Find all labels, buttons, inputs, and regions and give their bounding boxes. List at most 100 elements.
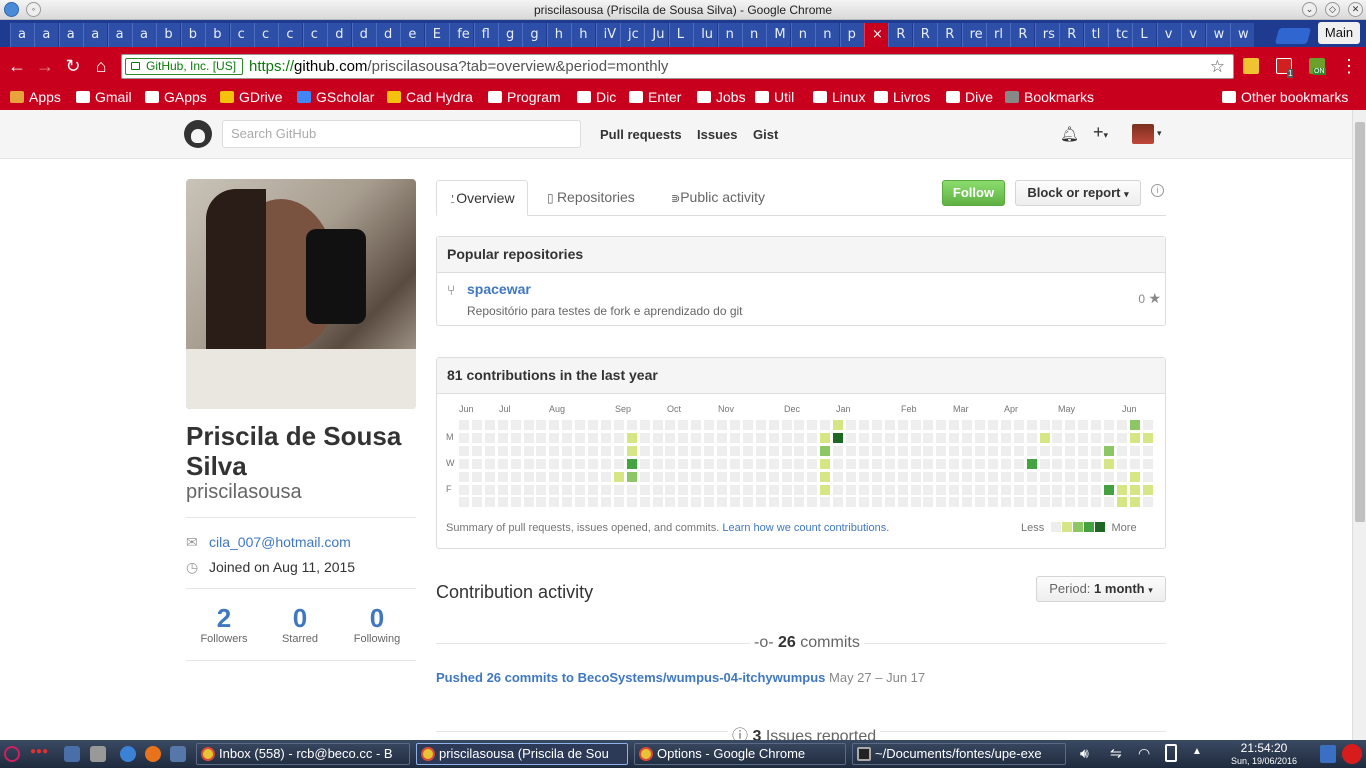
contribution-day[interactable] [820, 471, 831, 482]
contribution-day[interactable] [459, 497, 469, 508]
contribution-day[interactable] [459, 420, 469, 430]
contribution-day[interactable] [678, 445, 689, 456]
contribution-day[interactable] [1142, 420, 1153, 430]
contribution-day[interactable] [562, 432, 573, 443]
contribution-day[interactable] [471, 432, 482, 443]
block-or-report-button[interactable]: Block or report ▾ [1015, 180, 1141, 206]
contribution-day[interactable] [742, 420, 753, 430]
contribution-day[interactable] [484, 497, 495, 508]
contribution-day[interactable] [755, 471, 766, 482]
tray-expand-icon[interactable]: ▲ [1192, 746, 1202, 757]
contribution-day[interactable] [1065, 484, 1076, 495]
contribution-day[interactable] [484, 445, 495, 456]
clock[interactable]: 21:54:20 Sun, 19/06/2016 [1222, 742, 1306, 767]
contribution-day[interactable] [717, 432, 727, 443]
follow-button[interactable]: Follow [942, 180, 1005, 206]
other-bookmarks[interactable]: Other bookmarks [1222, 87, 1348, 107]
contribution-day[interactable] [1104, 497, 1114, 508]
bookmark-linux[interactable]: Linux [813, 87, 865, 107]
contribution-day[interactable] [691, 445, 702, 456]
volume-icon[interactable]: 🔊︎ [1080, 745, 1089, 762]
contribution-day[interactable] [639, 471, 650, 482]
contribution-day[interactable] [1078, 445, 1089, 456]
contribution-day[interactable] [1078, 484, 1089, 495]
contribution-day[interactable] [975, 458, 985, 469]
contribution-day[interactable] [562, 497, 573, 508]
close-window-button[interactable]: ✕ [1348, 2, 1363, 17]
contribution-day[interactable] [1104, 484, 1114, 495]
contribution-day[interactable] [975, 484, 985, 495]
contribution-day[interactable] [1078, 497, 1089, 508]
browser-tab[interactable]: c [229, 23, 254, 47]
contribution-day[interactable] [1129, 471, 1140, 482]
contribution-day[interactable] [897, 432, 908, 443]
profile-email[interactable]: cila_007@hotmail.com [209, 534, 351, 550]
contribution-day[interactable] [471, 420, 482, 430]
contribution-day[interactable] [1078, 471, 1089, 482]
contribution-day[interactable] [833, 458, 844, 469]
contribution-day[interactable] [846, 445, 856, 456]
browser-tab[interactable]: R [937, 23, 962, 47]
contribution-day[interactable] [1129, 420, 1140, 430]
contribution-day[interactable] [471, 445, 482, 456]
contribution-day[interactable] [536, 484, 547, 495]
contribution-day[interactable] [691, 420, 702, 430]
contribution-day[interactable] [626, 445, 637, 456]
contribution-day[interactable] [1116, 458, 1127, 469]
contribution-day[interactable] [471, 484, 482, 495]
contribution-day[interactable] [858, 432, 869, 443]
vertical-scrollbar[interactable] [1352, 110, 1366, 740]
contribution-day[interactable] [1039, 445, 1050, 456]
new-tab-button[interactable] [1274, 28, 1312, 44]
contribution-day[interactable] [652, 497, 663, 508]
contribution-day[interactable] [807, 458, 818, 469]
contribution-day[interactable] [1013, 471, 1024, 482]
contribution-day[interactable] [562, 458, 573, 469]
contribution-day[interactable] [871, 497, 882, 508]
contribution-day[interactable] [575, 458, 586, 469]
contribution-day[interactable] [936, 445, 947, 456]
contribution-day[interactable] [1116, 471, 1127, 482]
contribution-day[interactable] [1116, 484, 1127, 495]
contribution-day[interactable] [1026, 432, 1037, 443]
firefox-launcher-icon[interactable] [145, 746, 161, 762]
contribution-day[interactable] [1013, 420, 1024, 430]
contribution-day[interactable] [1116, 432, 1127, 443]
tab-repositories[interactable]: ▯ Repositories [535, 180, 647, 216]
contribution-day[interactable] [910, 484, 921, 495]
repo-link[interactable]: spacewar [467, 281, 531, 297]
browser-tab[interactable]: w [1205, 23, 1230, 47]
contribution-day[interactable] [717, 497, 727, 508]
browser-tab[interactable]: h [546, 23, 571, 47]
contribution-day[interactable] [497, 432, 508, 443]
extension-cookie-icon[interactable] [1243, 58, 1259, 74]
contribution-day[interactable] [600, 432, 611, 443]
browser-tab[interactable]: rs [1034, 23, 1059, 47]
tab-public-activity[interactable]: ⋑Public activity [659, 180, 777, 216]
task-inbox[interactable]: Inbox (558) - rcb@beco.cc - B [196, 743, 410, 765]
contribution-day[interactable] [1065, 432, 1076, 443]
contribution-day[interactable] [652, 445, 663, 456]
contribution-day[interactable] [678, 471, 689, 482]
avatar[interactable] [1132, 124, 1154, 144]
contribution-day[interactable] [755, 458, 766, 469]
contribution-day[interactable] [717, 484, 727, 495]
contribution-day[interactable] [652, 420, 663, 430]
contribution-day[interactable] [923, 471, 934, 482]
contribution-day[interactable] [807, 420, 818, 430]
contribution-day[interactable] [820, 484, 831, 495]
create-new-plus-icon[interactable]: +▾ [1093, 122, 1108, 143]
contribution-day[interactable] [652, 458, 663, 469]
reload-icon[interactable]: ↻ [62, 55, 84, 77]
contribution-day[interactable] [910, 471, 921, 482]
contribution-day[interactable] [588, 445, 598, 456]
contribution-day[interactable] [549, 420, 560, 430]
contribution-day[interactable] [484, 420, 495, 430]
contribution-day[interactable] [1052, 497, 1063, 508]
contribution-day[interactable] [600, 471, 611, 482]
contribution-day[interactable] [1104, 420, 1114, 430]
contribution-day[interactable] [729, 445, 740, 456]
contribution-day[interactable] [717, 458, 727, 469]
contribution-day[interactable] [858, 471, 869, 482]
learn-contributions-link[interactable]: Learn how we count contributions. [722, 522, 889, 534]
